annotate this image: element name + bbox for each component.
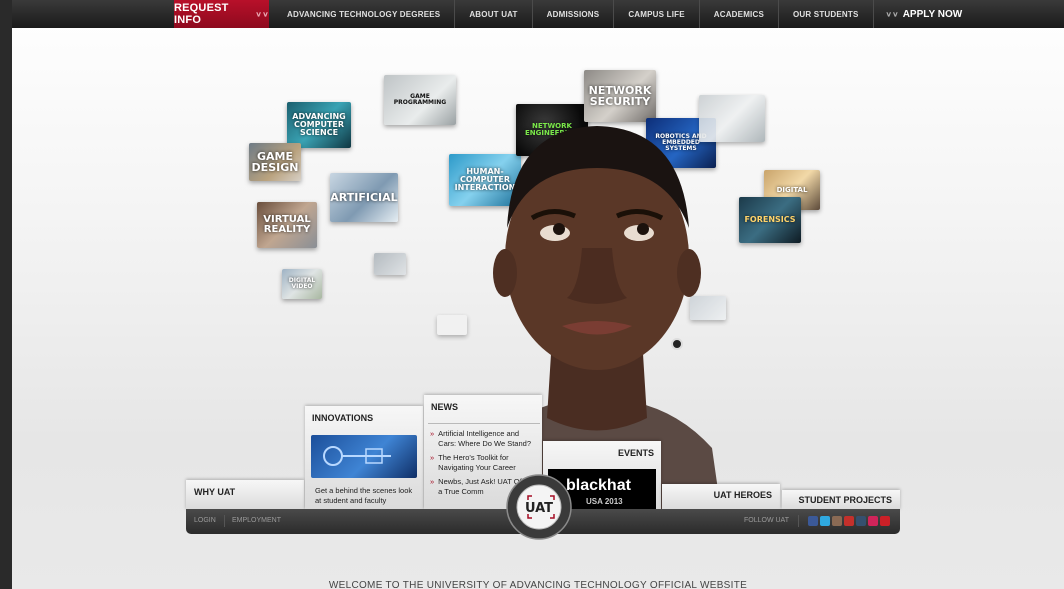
innovations-panel[interactable]: INNOVATIONS Get a behind the scenes look…: [305, 406, 423, 510]
youtube-icon[interactable]: [844, 516, 854, 526]
employment-link[interactable]: EMPLOYMENT: [232, 517, 281, 524]
nav-campus-life[interactable]: CAMPUS LIFE: [614, 0, 700, 28]
innovations-text: Get a behind the scenes look at student …: [315, 486, 413, 505]
events-title: EVENTS: [617, 448, 654, 458]
news-item[interactable]: » Artificial Intelligence and Cars: Where…: [430, 429, 538, 449]
student-projects-panel[interactable]: STUDENT PROJECTS: [782, 490, 900, 510]
twitter-icon[interactable]: [820, 516, 830, 526]
tile-digital-video[interactable]: DIGITAL VIDEO: [282, 269, 322, 299]
tile-artificial[interactable]: ARTIFICIAL: [330, 173, 398, 222]
why-uat-panel[interactable]: WHY UAT: [186, 480, 304, 510]
request-info-button[interactable]: REQUEST INFO ∨∨: [174, 0, 269, 28]
flickr-icon[interactable]: [868, 516, 878, 526]
welcome-text: WELCOME TO THE UNIVERSITY OF ADVANCING T…: [328, 580, 748, 589]
instagram-icon[interactable]: [832, 516, 842, 526]
uat-seal-logo[interactable]: UAT: [506, 474, 572, 540]
tile-advancing-computer-science[interactable]: ADVANCING COMPUTER SCIENCE: [287, 102, 351, 148]
gear-icon: [323, 446, 391, 466]
uat-heroes-panel[interactable]: UAT HEROES: [662, 484, 780, 510]
page: REQUEST INFO ∨∨ ADVANCING TECHNOLOGY DEG…: [12, 0, 1064, 589]
tile-small-c[interactable]: [437, 315, 467, 335]
innovations-thumbnail[interactable]: [311, 435, 417, 478]
news-title: NEWS: [431, 402, 458, 412]
tile-game-design[interactable]: GAME DESIGN: [249, 143, 301, 181]
login-link[interactable]: LOGIN: [194, 517, 216, 524]
tile-game-programming[interactable]: GAME PROGRAMMING: [384, 75, 456, 125]
events-banner-sub: USA 2013: [586, 497, 623, 506]
apply-now-button[interactable]: ∨∨ APPLY NOW: [874, 0, 963, 28]
nav-academics[interactable]: ACADEMICS: [700, 0, 779, 28]
tile-small-a[interactable]: [374, 253, 406, 275]
facebook-icon[interactable]: [808, 516, 818, 526]
apply-now-label: APPLY NOW: [902, 8, 963, 20]
tile-virtual-reality[interactable]: VIRTUAL REALITY: [257, 202, 317, 248]
top-navigation: REQUEST INFO ∨∨ ADVANCING TECHNOLOGY DEG…: [12, 0, 1064, 28]
student-projects-title: STUDENT PROJECTS: [798, 495, 892, 505]
nav-our-students[interactable]: OUR STUDENTS: [779, 0, 874, 28]
tumblr-icon[interactable]: [856, 516, 866, 526]
nav-about-uat[interactable]: ABOUT UAT: [455, 0, 533, 28]
innovations-title: INNOVATIONS: [312, 413, 374, 423]
request-info-label: REQUEST INFO: [174, 2, 229, 26]
tile-digital-forensics[interactable]: FORENSICS: [739, 197, 801, 243]
chevron-down-icon: ∨∨: [885, 9, 899, 18]
follow-uat-label: FOLLOW UAT: [744, 517, 789, 524]
main-menu: ADVANCING TECHNOLOGY DEGREES ABOUT UAT A…: [275, 0, 874, 28]
uat-heroes-title: UAT HEROES: [713, 490, 772, 500]
why-uat-title: WHY UAT: [194, 487, 236, 497]
nav-admissions[interactable]: ADMISSIONS: [533, 0, 615, 28]
news-item[interactable]: » The Hero's Toolkit for Navigating Your …: [430, 453, 538, 473]
nav-advancing-technology-degrees[interactable]: ADVANCING TECHNOLOGY DEGREES: [275, 0, 456, 28]
pinterest-icon[interactable]: [880, 516, 890, 526]
seal-abbr: UAT: [525, 501, 553, 516]
chevron-down-icon: ∨∨: [255, 9, 269, 18]
events-banner-title: blackhat: [566, 477, 631, 494]
